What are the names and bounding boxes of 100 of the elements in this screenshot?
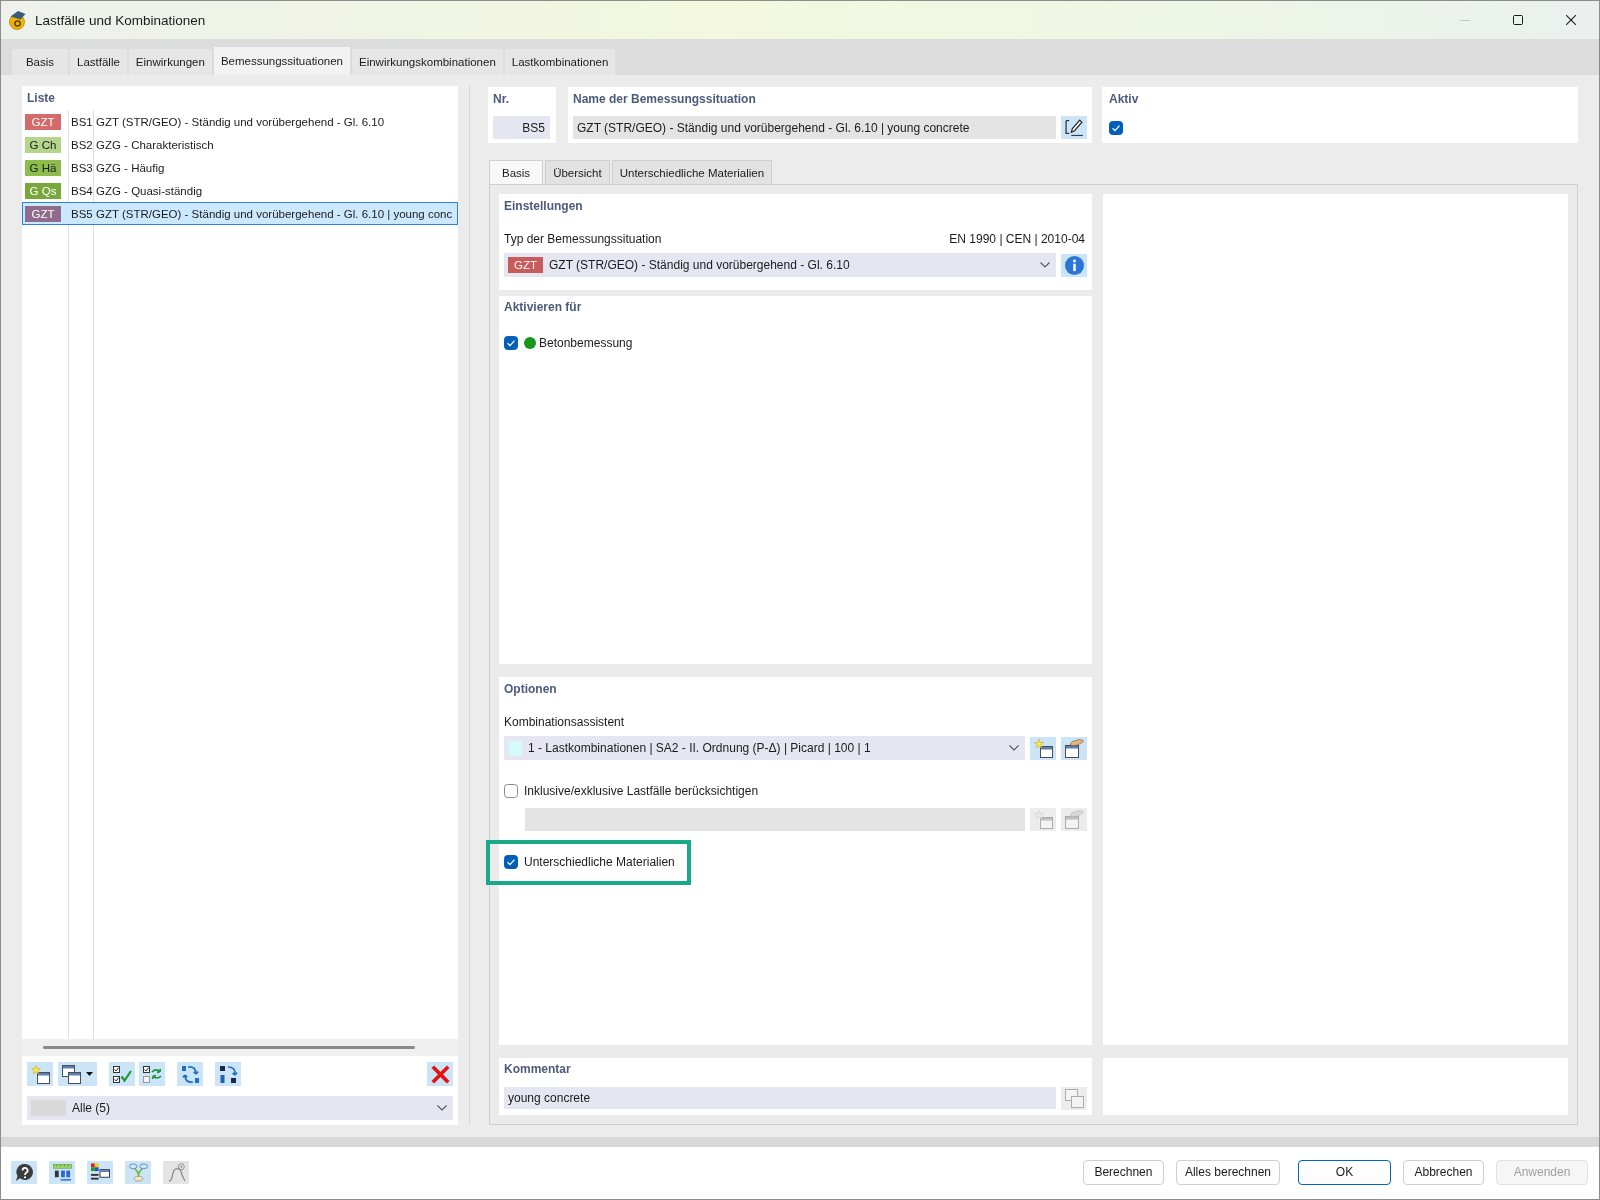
edit-button[interactable] <box>1061 116 1087 139</box>
app-logo-icon <box>8 10 26 30</box>
row-number: BS3 <box>70 161 93 174</box>
chevron-icon <box>437 1105 447 1111</box>
tab[interactable]: Bemessungssituationen <box>213 47 350 75</box>
formula-button[interactable] <box>163 1160 189 1184</box>
help-icon <box>14 1162 34 1182</box>
add-button[interactable] <box>27 1062 53 1086</box>
tab[interactable]: Basis <box>12 49 68 75</box>
bar-arrow-icon <box>218 1064 238 1084</box>
curve-icon <box>166 1162 186 1182</box>
structure-button[interactable] <box>125 1160 151 1184</box>
category-badge: G Qs <box>25 182 61 199</box>
checkbox[interactable] <box>1109 120 1123 135</box>
panel-title: Liste <box>26 90 56 106</box>
name-label: Name der Bemessungssituation <box>573 91 756 107</box>
field-label: Kombinationsassistent <box>504 714 625 730</box>
copy-button[interactable] <box>58 1062 97 1086</box>
checkbox[interactable] <box>504 855 518 869</box>
dialog-button[interactable]: Alles berechnen <box>1175 1159 1280 1185</box>
help-button[interactable] <box>11 1160 37 1184</box>
check-all-button[interactable] <box>109 1062 135 1086</box>
tab[interactable]: Unterschiedliche Materialien <box>611 160 773 184</box>
window-star-icon <box>1033 738 1053 758</box>
active-label: Aktiv <box>1109 91 1139 107</box>
row-name: GZT (STR/GEO) - Ständig und vorübergehend - Gl. 6.10 | young conc <box>95 207 453 220</box>
node-tree-icon <box>128 1162 148 1182</box>
dialog-button[interactable]: Abbrechen <box>1403 1159 1484 1185</box>
number-field[interactable]: BS5 <box>493 116 550 139</box>
scrollbar-thumb[interactable] <box>43 1046 415 1049</box>
info-button[interactable] <box>1061 253 1087 277</box>
renumber-button[interactable] <box>177 1062 203 1086</box>
delete-button[interactable] <box>427 1062 453 1086</box>
maximize-icon <box>1512 15 1523 25</box>
windows-icon <box>1064 1088 1084 1108</box>
window-star-icon <box>1033 810 1053 829</box>
window-star-icon <box>30 1064 50 1084</box>
list-row[interactable]: GZT BS1 GZT (STR/GEO) - Ständig und vorübergehend - Gl. 6.10 <box>22 110 458 133</box>
checkbox-label: Betonbemessung <box>539 336 633 350</box>
row-name: GZG - Häufig <box>95 161 165 174</box>
chevron-icon <box>1040 262 1050 268</box>
edit-button[interactable] <box>1061 736 1087 760</box>
checkbox-label: Inklusive/exklusive Lastfälle berücksichtigen <box>524 784 759 798</box>
category-badge: G Ch <box>25 136 61 153</box>
row-name: GZT (STR/GEO) - Ständig und vorübergehend - Gl. 6.10 <box>95 115 385 128</box>
renumber-sequence-button[interactable] <box>215 1062 241 1086</box>
tab[interactable]: Basis <box>489 160 544 184</box>
row-number: BS1 <box>70 115 93 128</box>
checkbox-label: Unterschiedliche Materialien <box>524 855 675 869</box>
section-title: Kommentar <box>504 1061 571 1077</box>
tab[interactable]: Einwirkungskombinationen <box>352 49 503 75</box>
list-row[interactable]: G Qs BS4 GZG - Quasi-ständig <box>22 179 458 202</box>
dialog-button[interactable]: OK <box>1298 1159 1391 1185</box>
filter-dropdown[interactable]: Alle (5) <box>27 1096 453 1120</box>
display-button[interactable] <box>87 1160 113 1184</box>
dialog-button[interactable]: Berechnen <box>1082 1159 1164 1185</box>
field-label: Typ der Bemessungssituation <box>504 231 662 247</box>
windows-icon <box>62 1064 81 1084</box>
wizard-dropdown[interactable]: 1 - Lastkombinationen | SA2 - II. Ordnung (P-Δ) | Picard | 100 | 1 <box>504 736 1025 760</box>
ruler-icon <box>52 1162 72 1182</box>
list-row[interactable]: GZT BS5 GZT (STR/GEO) - Ständig und vorübergehend - Gl. 6.10 | young conc <box>22 202 458 225</box>
color-swatch-icon <box>31 1100 66 1116</box>
category-badge: GZT <box>25 205 61 222</box>
section-title: Einstellungen <box>504 198 583 214</box>
checkboxes-arrows-icon <box>142 1064 162 1084</box>
new-button[interactable] <box>1030 736 1056 760</box>
category-badge: GZT <box>508 257 543 273</box>
row-name: GZG - Charakteristisch <box>95 138 214 151</box>
list-row[interactable]: G Hä BS3 GZG - Häufig <box>22 156 458 179</box>
load-case-field[interactable] <box>525 808 1025 831</box>
close-icon <box>1565 15 1576 25</box>
row-name: GZG - Quasi-ständig <box>95 184 203 197</box>
minimize-icon <box>1459 19 1470 21</box>
section-title: Aktivieren für <box>504 299 582 315</box>
units-button[interactable] <box>49 1160 75 1184</box>
cross-icon <box>430 1064 450 1084</box>
checkbox[interactable] <box>504 336 518 350</box>
invert-check-button[interactable] <box>139 1062 165 1086</box>
checkboxes-tick-icon <box>112 1064 132 1084</box>
window-hand-icon <box>1064 738 1084 758</box>
chevron-icon <box>1009 745 1019 751</box>
number-arrows-icon <box>180 1064 200 1084</box>
list-row[interactable]: G Ch BS2 GZG - Charakteristisch <box>22 133 458 156</box>
row-number: BS5 <box>70 207 93 220</box>
window-hand-icon <box>1064 810 1084 829</box>
checkbox[interactable] <box>504 784 518 798</box>
tab[interactable]: Übersicht <box>545 160 610 184</box>
tab[interactable]: Lastfälle <box>70 49 127 75</box>
color-window-icon <box>90 1162 110 1182</box>
section-title: Optionen <box>504 681 557 697</box>
tab[interactable]: Einwirkungen <box>128 49 212 75</box>
name-field[interactable]: GZT (STR/GEO) - Ständig und vorübergehend - Gl. 6.10 | young concrete <box>573 116 1056 139</box>
window-title: Lastfälle und Kombinationen <box>35 12 206 28</box>
category-badge: GZT <box>25 113 61 130</box>
row-number: BS2 <box>70 138 93 151</box>
tab[interactable]: Lastkombinationen <box>504 49 616 75</box>
caret-icon <box>86 1072 93 1076</box>
comment-field[interactable]: young concrete <box>504 1087 1056 1109</box>
type-dropdown[interactable]: GZT GZT (STR/GEO) - Ständig und vorübergehend - Gl. 6.10 <box>504 253 1056 277</box>
pencil-icon <box>1064 118 1084 137</box>
